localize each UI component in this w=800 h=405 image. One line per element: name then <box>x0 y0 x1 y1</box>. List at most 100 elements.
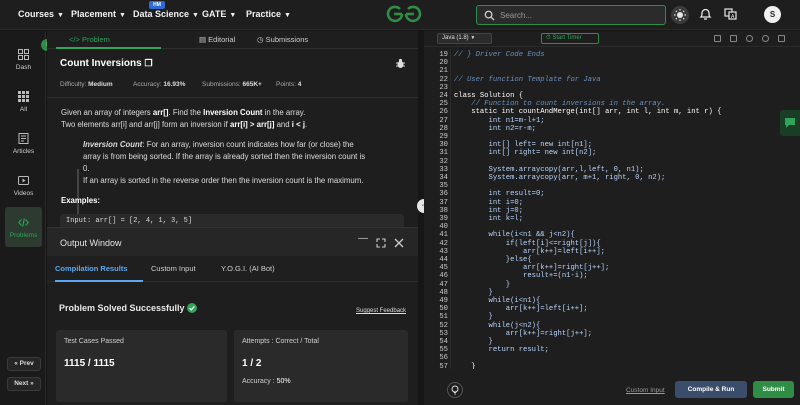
code-line: if(left[i]<=right[j]){ <box>454 239 601 248</box>
tab-submissions[interactable]: ◷ Submissions <box>257 35 308 44</box>
status-text: Problem Solved Successfully <box>59 303 185 313</box>
code-editor: Java (1.8) ▼ ⏱ Start Timer 19 // } Driver… <box>424 31 800 405</box>
bell-icon[interactable] <box>699 7 712 21</box>
accuracy-line: Accuracy : 50% <box>242 378 291 385</box>
sidebar-item-articles[interactable]: Articles <box>5 123 42 163</box>
theme-toggle[interactable] <box>671 6 689 24</box>
code-line: arr[k++]=right[j++]; <box>454 264 610 273</box>
line-number: 53 <box>439 329 448 338</box>
search-placeholder: Search... <box>500 11 533 20</box>
chevron-down-icon: ▼ <box>192 12 199 19</box>
sidebar-item-dash[interactable]: Dash <box>5 39 42 79</box>
tab-problem[interactable]: </> Problem <box>69 35 110 44</box>
prev-button[interactable]: « Prev <box>7 357 41 371</box>
line-number: 28 <box>439 124 448 133</box>
fullscreen-icon[interactable] <box>714 35 721 42</box>
code-line: System.arraycopy(arr,l,left, 0, n1); <box>454 165 644 174</box>
reset-icon[interactable] <box>762 35 769 42</box>
editor-toolbar: Java (1.8) ▼ ⏱ Start Timer <box>424 31 800 47</box>
line-number: 21 <box>439 67 448 76</box>
test-cases-value: 1115 / 1115 <box>64 358 115 369</box>
expand-icon[interactable] <box>376 238 386 248</box>
line-number: 56 <box>439 354 448 363</box>
compile-run-button[interactable]: Compile & Run <box>675 381 747 398</box>
difficulty-label: Difficulty: <box>60 81 87 88</box>
line-number: 57 <box>439 362 448 369</box>
translate-icon[interactable]: A <box>724 7 737 21</box>
submissions: Submissions: 665K+ <box>202 81 262 88</box>
line-number: 25 <box>439 100 448 109</box>
close-icon[interactable] <box>394 238 404 248</box>
definition-line-4: If an array is sorted in the reverse ord… <box>83 176 364 185</box>
suggest-feedback-link[interactable]: Suggest Feedback <box>356 308 406 314</box>
video-icon <box>18 176 29 185</box>
left-sidebar: › Dash All Articles Videos Problems « Pr… <box>0 31 53 405</box>
active-tab-indicator <box>55 280 143 282</box>
grid-icon <box>18 91 29 102</box>
text: Inversion Count <box>203 108 263 117</box>
sidebar-item-all[interactable]: All <box>5 81 42 121</box>
code-area[interactable]: 19 // } Driver Code Ends 20 21 22 // User fun… <box>424 49 800 369</box>
copy-icon[interactable] <box>730 35 737 42</box>
line-number: 48 <box>439 288 448 297</box>
avatar[interactable]: S <box>764 6 781 23</box>
output-window-header: Output Window — <box>47 228 418 256</box>
nav-practice-label: Practice <box>246 9 282 19</box>
attempts-card: Attempts : Correct / Total 1 / 2 Accurac… <box>234 330 408 402</box>
tab-label: Problem <box>81 35 110 44</box>
code-line: arr[k++]=left[i++]; <box>454 247 605 256</box>
nav-courses[interactable]: Courses ▼ <box>18 9 64 19</box>
line-number: 51 <box>439 313 448 322</box>
bug-icon[interactable] <box>395 58 406 69</box>
line-number: 20 <box>439 59 448 68</box>
line-number: 30 <box>439 141 448 150</box>
language-value: Java (1.8) <box>442 35 469 41</box>
tab-compilation-results[interactable]: Compilation Results <box>55 264 128 273</box>
menu-icon[interactable] <box>778 35 785 42</box>
minimize-icon[interactable]: — <box>358 233 368 244</box>
code-line: // User function Template for Java <box>454 75 601 84</box>
sidebar-item-label: All <box>19 106 28 113</box>
hint-button[interactable] <box>447 382 463 398</box>
accuracy-value: 16.93% <box>163 81 186 88</box>
tab-editorial[interactable]: ▤ Editorial <box>199 35 235 44</box>
gfg-logo[interactable] <box>384 5 424 23</box>
problem-statement-line-1: Given an array of integers arr[]. Find t… <box>61 107 305 119</box>
sun-icon <box>674 9 686 21</box>
custom-input-link[interactable]: Custom Input <box>626 387 665 394</box>
language-select[interactable]: Java (1.8) ▼ <box>437 33 492 44</box>
nav-data-science[interactable]: Data Science ▼ <box>133 9 199 19</box>
tab-yogi-ai-bot[interactable]: Y.O.G.I. (AI Bot) <box>221 264 275 273</box>
next-button[interactable]: Next » <box>7 377 41 391</box>
line-number: 27 <box>439 116 448 125</box>
chat-button[interactable] <box>780 110 800 136</box>
code-line: arr[k++]=left[i++]; <box>454 305 588 314</box>
points-label: Points: <box>276 81 296 88</box>
line-number: 43 <box>439 247 448 256</box>
chevron-down-icon: ▼ <box>229 12 237 19</box>
text: arr[] <box>152 108 169 117</box>
submit-button[interactable]: Submit <box>753 381 794 398</box>
code-line: while(i<n1 && j<n2){ <box>454 231 575 240</box>
sidebar-item-videos[interactable]: Videos <box>5 165 42 205</box>
start-timer-button[interactable]: ⏱ Start Timer <box>541 33 599 44</box>
code-line: // Function to count inversions in the a… <box>454 100 666 109</box>
sidebar-item-problems[interactable]: Problems <box>5 207 42 247</box>
text: : For an array, inversion count indicate… <box>142 140 354 149</box>
nav-gate[interactable]: GATE ▼ <box>202 9 236 19</box>
check-circle-icon <box>187 303 198 313</box>
tab-custom-input[interactable]: Custom Input <box>151 264 196 273</box>
code-icon: </> <box>69 35 82 44</box>
settings-icon[interactable] <box>746 35 753 42</box>
line-number: 33 <box>439 165 448 174</box>
code-line: }else{ <box>454 256 532 264</box>
code-line: } <box>454 338 493 346</box>
nav-practice[interactable]: Practice ▼ <box>246 9 291 19</box>
search-box[interactable]: Search... <box>476 5 666 25</box>
nav-placement[interactable]: Placement ▼ <box>71 9 126 19</box>
bookmark-icon[interactable]: ❐ <box>144 58 152 68</box>
text: i < j <box>291 120 305 129</box>
output-window: Output Window — Compilation Results Cust… <box>47 227 418 405</box>
line-number: 35 <box>439 182 448 191</box>
text: arr[i] > arr[j] <box>230 120 275 129</box>
